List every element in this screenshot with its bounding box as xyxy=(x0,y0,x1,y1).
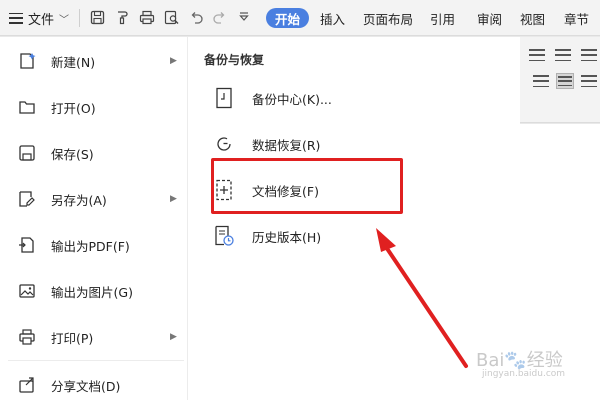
version-history-icon xyxy=(212,224,236,248)
tab-references[interactable]: 引用 xyxy=(430,8,455,28)
tab-review[interactable]: 审阅 xyxy=(477,8,502,28)
backup-center-label: 备份中心(K)... xyxy=(252,91,332,107)
increase-indent-icon[interactable] xyxy=(580,47,598,63)
menu-separator xyxy=(8,360,184,361)
print-icon xyxy=(17,327,37,347)
menu-item-save[interactable]: 保存(S) xyxy=(0,133,188,173)
chevron-down-icon: ﹀ xyxy=(59,14,70,26)
tab-view[interactable]: 视图 xyxy=(520,8,545,28)
tab-insert[interactable]: 插入 xyxy=(320,8,345,28)
menu-item-share[interactable]: 分享文档(D) xyxy=(0,365,188,400)
menu-item-new[interactable]: 新建(N) ▶ xyxy=(0,41,188,81)
undo-icon[interactable] xyxy=(187,8,205,26)
file-menu-label: 文件 xyxy=(28,12,55,28)
tab-chapter[interactable]: 章节 xyxy=(564,8,589,28)
menu-item-label: 保存(S) xyxy=(51,146,94,162)
print-icon[interactable] xyxy=(138,8,156,26)
redo-icon[interactable] xyxy=(210,8,228,26)
data-recovery-icon xyxy=(212,132,236,156)
folder-open-icon xyxy=(17,97,37,117)
quick-access-more-icon[interactable] xyxy=(235,8,253,26)
align-right-icon[interactable] xyxy=(532,73,550,89)
menu-item-export-pdf[interactable]: 输出为PDF(F) xyxy=(0,225,188,265)
print-preview-icon[interactable] xyxy=(163,8,181,26)
annotation-highlight-box xyxy=(211,158,403,214)
backup-center-icon xyxy=(212,86,236,110)
save-icon xyxy=(17,143,37,163)
share-icon xyxy=(17,375,37,395)
list-dropdown-icon[interactable] xyxy=(528,47,546,63)
menu-item-label: 打开(O) xyxy=(51,100,96,116)
ribbon-paragraph-area xyxy=(520,37,600,123)
submenu-arrow-icon: ▶ xyxy=(170,56,177,66)
file-menu: 新建(N) ▶ 打开(O) 保存(S) 另存为(A) ▶ 输出为PDF(F) 输… xyxy=(0,37,188,400)
menu-item-label: 新建(N) xyxy=(51,54,96,70)
backup-center-item[interactable]: 备份中心(K)... xyxy=(212,83,332,113)
watermark-sub: jingyan.baidu.com xyxy=(482,369,566,379)
distributed-align-icon[interactable] xyxy=(580,73,598,89)
export-image-icon xyxy=(17,281,37,301)
data-recovery-label: 数据恢复(R) xyxy=(252,137,321,153)
version-history-item[interactable]: 历史版本(H) xyxy=(212,221,321,251)
menu-item-label: 输出为PDF(F) xyxy=(51,238,130,254)
menu-item-export-image[interactable]: 输出为图片(G) xyxy=(0,271,188,311)
menu-item-print[interactable]: 打印(P) ▶ xyxy=(0,317,188,357)
watermark: Bai🐾经验 jingyan.baidu.com xyxy=(456,336,576,386)
tab-home[interactable]: 开始 xyxy=(266,8,310,28)
save-as-icon xyxy=(17,189,37,209)
export-pdf-icon xyxy=(17,235,37,255)
hamburger-icon xyxy=(9,12,23,24)
tab-page-layout[interactable]: 页面布局 xyxy=(363,8,413,28)
new-document-icon xyxy=(17,51,37,71)
file-menu-button[interactable]: 文件 ﹀ xyxy=(3,5,77,31)
version-history-label: 历史版本(H) xyxy=(252,229,322,245)
toolbar-divider xyxy=(79,9,80,27)
menu-item-label: 另存为(A) xyxy=(51,192,107,208)
top-toolbar: 文件 ﹀ 开始 插入 页面布局 引用 审阅 视图 章节 xyxy=(0,0,600,36)
menu-item-save-as[interactable]: 另存为(A) ▶ xyxy=(0,179,188,219)
menu-item-label: 分享文档(D) xyxy=(51,378,121,394)
submenu-arrow-icon: ▶ xyxy=(170,332,177,342)
save-icon[interactable] xyxy=(88,8,106,26)
panel-title: 备份与恢复 xyxy=(204,53,265,67)
data-recovery-item[interactable]: 数据恢复(R) xyxy=(212,129,320,159)
decrease-indent-icon[interactable] xyxy=(554,47,572,63)
menu-item-label: 打印(P) xyxy=(51,330,94,346)
justify-icon[interactable] xyxy=(556,73,574,89)
submenu-arrow-icon: ▶ xyxy=(170,194,177,204)
menu-item-open[interactable]: 打开(O) xyxy=(0,87,188,127)
menu-item-label: 输出为图片(G) xyxy=(51,284,133,300)
format-painter-icon[interactable] xyxy=(113,8,131,26)
